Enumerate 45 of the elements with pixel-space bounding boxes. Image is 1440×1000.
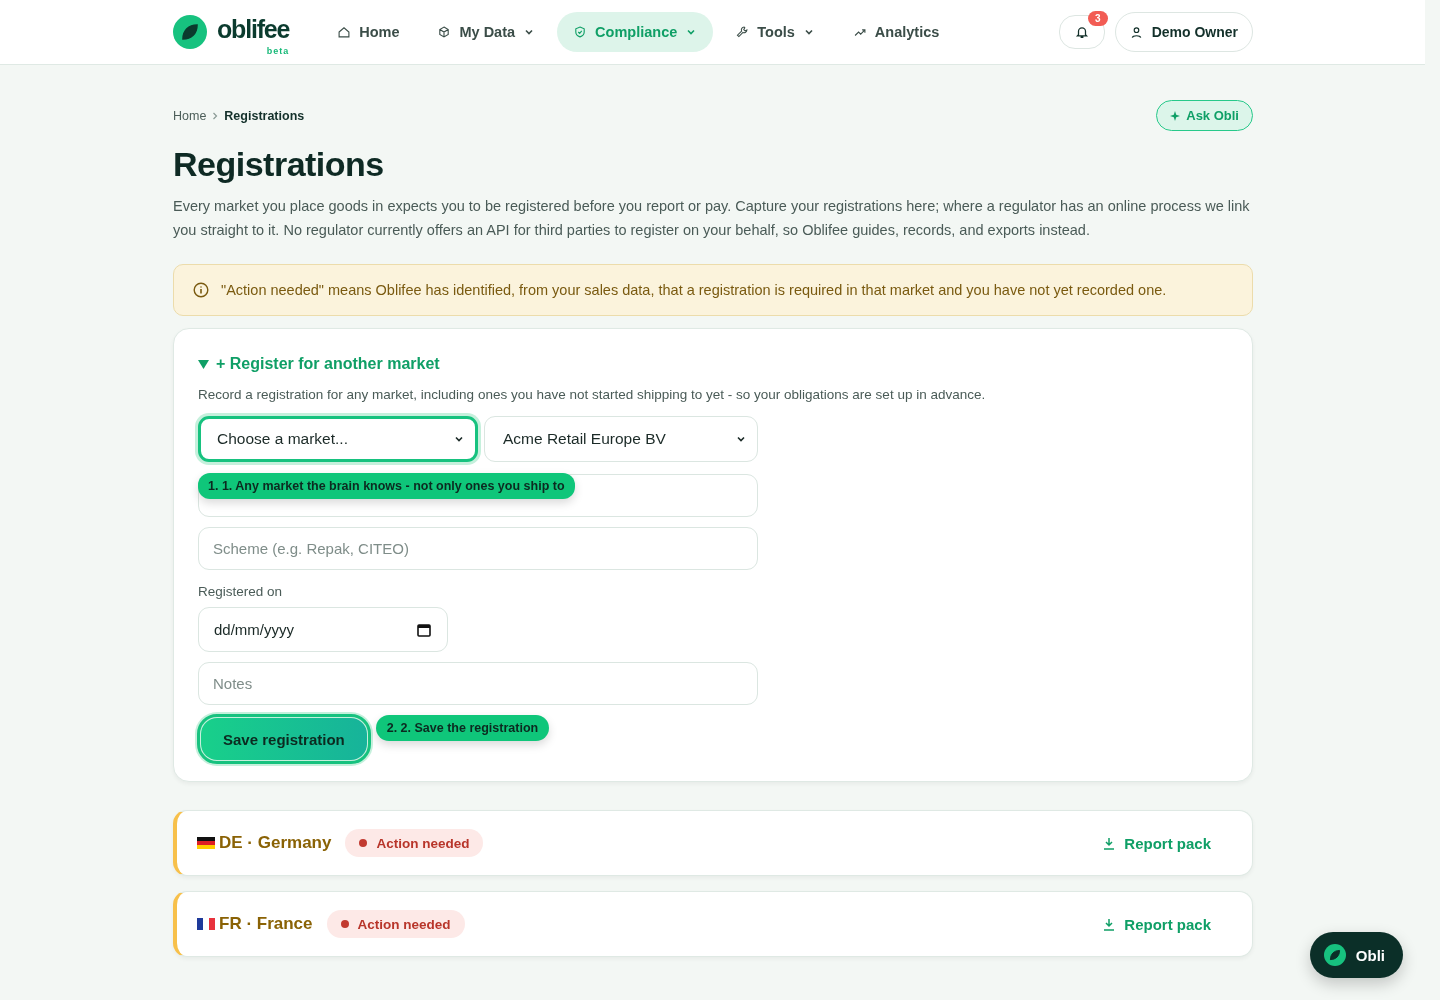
breadcrumb-link[interactable]: Home — [173, 108, 207, 123]
nav-tab[interactable]: Analytics — [836, 12, 956, 52]
notification-count-badge: 3 — [1088, 11, 1108, 26]
page-title: Registrations — [173, 145, 385, 184]
market-select[interactable]: Choose a market... — [198, 416, 478, 462]
nav-tab[interactable]: My Data — [421, 12, 552, 52]
status-badge: Action needed — [326, 910, 465, 938]
tour-tooltip: 1. 1. Any market the brain knows - not only ones you ship to — [198, 473, 575, 499]
notice-text: "Action needed" means Oblifee has identified, from your sales data, that a registration is required in that market and you have not yet recorded one. — [221, 282, 1167, 298]
shield-icon — [573, 25, 588, 39]
status-badge: Action needed — [345, 829, 484, 857]
flag-icon — [197, 918, 215, 930]
intro-paragraph: Every market you place goods in expects you to be registered before you report or pay. Capture your registrations here; where a regulator has an online process we link you straight to it. No regulator currently offers an API for third parties to register on your behalf, so Oblifee guides, records, and exports instead. — [173, 197, 1251, 240]
info-icon — [193, 282, 209, 298]
market-row[interactable]: DE · Germany Action needed Report pack — [173, 810, 1253, 876]
tour-tooltip: 2. 2. Save the registration — [375, 715, 550, 741]
leaf-icon — [1323, 944, 1346, 966]
cube-icon — [437, 25, 452, 39]
notes-input[interactable]: Notes — [198, 662, 758, 705]
market-row[interactable]: FR · France Action needed Report pack — [173, 891, 1253, 957]
date-label: Registered on — [198, 584, 284, 599]
scheme-input[interactable]: Scheme (e.g. Repak, CITEO) — [198, 527, 758, 570]
market-name: FR · France — [219, 914, 313, 934]
person-icon — [1129, 25, 1143, 39]
download-icon — [1103, 917, 1116, 931]
breadcrumb-current: Registrations — [224, 108, 305, 123]
chevron-right-icon — [212, 111, 219, 120]
home-icon — [337, 25, 352, 39]
date-input[interactable]: dd/mm/yyyy — [198, 607, 448, 652]
nav-tab[interactable]: Tools — [719, 12, 831, 52]
download-icon — [1103, 836, 1116, 850]
calendar-icon — [417, 623, 431, 637]
wrench-icon — [735, 25, 750, 39]
logo-wordmark: oblifee — [217, 14, 290, 43]
assistant-chat-button[interactable]: Obli — [1309, 932, 1403, 978]
company-select[interactable]: Acme Retail Europe BV — [484, 416, 758, 462]
form-description: Record a registration for any market, including ones you have not started shipping to yet - so your obligations are set up in advance. — [198, 387, 987, 402]
bell-icon — [1074, 25, 1089, 39]
caret-icon — [198, 358, 209, 370]
flag-icon — [197, 837, 215, 849]
nav-tab[interactable]: Home — [321, 12, 416, 52]
beta-tag: beta — [266, 45, 290, 56]
sparkle-icon — [1170, 110, 1181, 121]
leaf-logo-icon — [173, 15, 207, 49]
market-name: DE · Germany — [219, 833, 332, 853]
